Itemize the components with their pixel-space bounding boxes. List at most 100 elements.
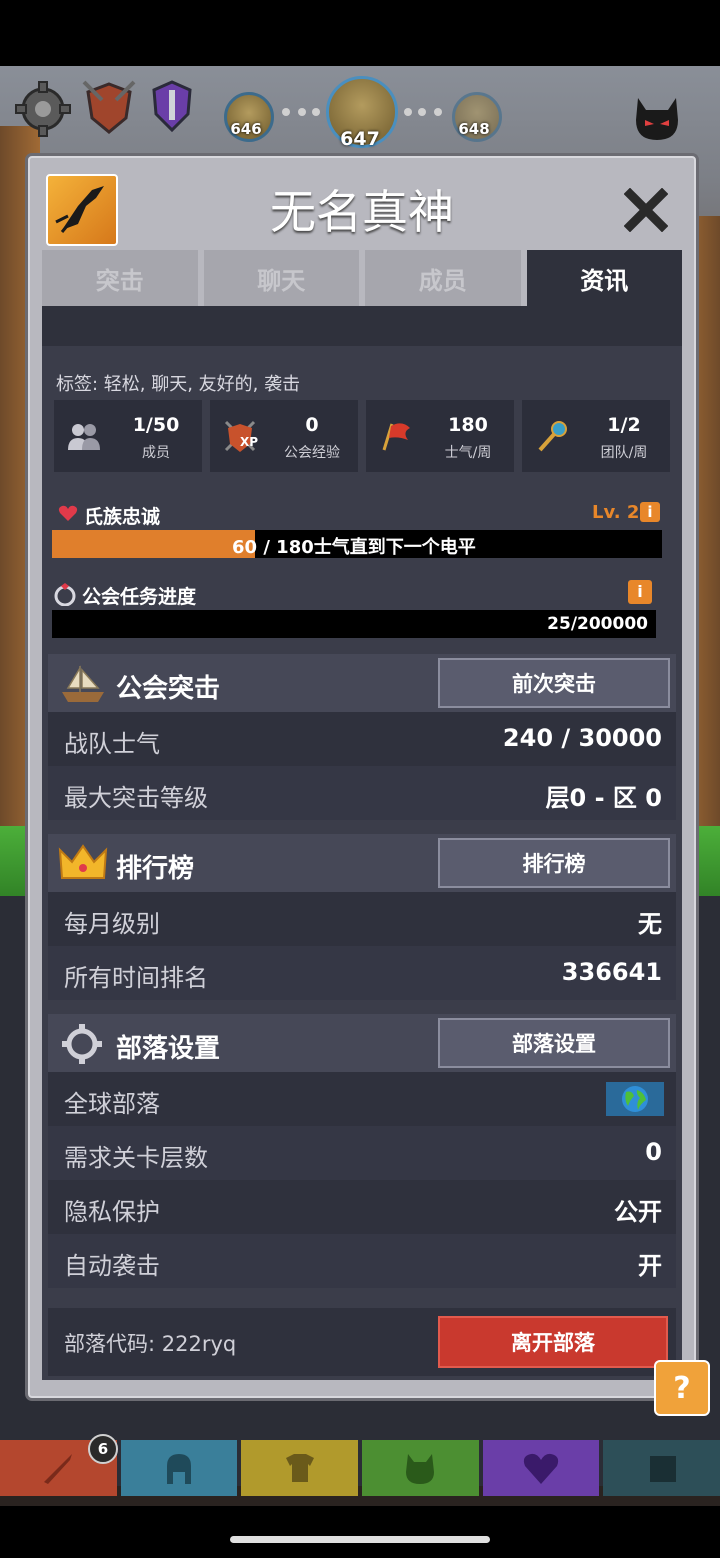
global-clan-key: 全球部落	[64, 1090, 160, 1118]
required-floor-key: 需求关卡层数	[64, 1144, 208, 1172]
clan-settings-section-header: 部落设置 部落设置	[48, 1014, 676, 1072]
stat-members-value: 1/50	[132, 414, 180, 436]
previous-raid-button[interactable]: 前次突击	[438, 658, 670, 708]
gear-icon	[62, 1024, 102, 1064]
panel-tabs: 突击 聊天 成员 资讯	[42, 250, 682, 306]
stage-dot	[312, 108, 320, 116]
content-top-strip	[42, 306, 682, 346]
stage-next-number: 648	[458, 120, 490, 138]
quest-progress-text: 25/200000	[547, 614, 648, 634]
tab-info[interactable]: 资讯	[526, 250, 682, 306]
auto-raid-value: 开	[638, 1252, 662, 1280]
privacy-key: 隐私保护	[64, 1198, 160, 1226]
stage-dot	[298, 108, 306, 116]
bottom-nav: 6	[0, 1434, 720, 1496]
stat-morale-per-week: 180 士气/周	[366, 400, 514, 472]
tab-raid[interactable]: 突击	[42, 250, 198, 306]
stat-teams-label: 团队/周	[600, 445, 648, 461]
details-sections: 公会突击 前次突击 战队士气 240 / 30000 最大突击等级 层0 - 区…	[48, 654, 676, 1376]
crown-icon	[58, 844, 108, 879]
max-raid-level-value: 层0 - 区 0	[545, 784, 662, 812]
guild-name-title: 无名真神	[270, 185, 454, 239]
clan-settings-section-title: 部落设置	[116, 1034, 221, 1064]
stage-current-number: 647	[340, 128, 380, 150]
monthly-rank-value: 无	[638, 910, 662, 938]
stat-teams-per-week: 1/2 团队/周	[522, 400, 670, 472]
nav-tab-sword[interactable]: 6	[0, 1434, 118, 1496]
stat-guild-xp-label: 公会经验	[284, 445, 340, 461]
nav-tab-heart[interactable]	[482, 1440, 600, 1496]
stat-teams-value: 1/2	[607, 414, 641, 436]
stat-morale-value: 180	[448, 414, 488, 436]
required-floor-row: 需求关卡层数 0	[48, 1126, 676, 1180]
guild-info-panel: 无名真神 突击 聊天 成员 资讯 标签: 轻松, 聊天, 友好的, 袭击 1/5…	[28, 156, 696, 1398]
shirt-icon	[285, 1454, 314, 1482]
leaderboard-section-title: 排行榜	[116, 854, 195, 884]
globe-icon	[622, 1086, 648, 1112]
leaderboard-button[interactable]: 排行榜	[438, 838, 670, 888]
max-raid-level-row: 最大突击等级 层0 - 区 0	[48, 766, 676, 820]
svg-text:XP: XP	[240, 435, 258, 449]
loyalty-label: 氏族忠诚	[84, 506, 161, 528]
ship-icon	[62, 665, 104, 702]
quest-info-icon[interactable]: i	[628, 580, 652, 604]
clan-footer: 部落代码: 222ryq 离开部落	[48, 1308, 676, 1376]
clan-code: 部落代码: 222ryq	[64, 1332, 237, 1356]
notification-badge: 6	[88, 1434, 118, 1464]
scroll-icon	[649, 1456, 676, 1482]
all-time-rank-key: 所有时间排名	[64, 964, 208, 992]
members-icon	[68, 424, 100, 450]
settings-gear-icon[interactable]	[14, 80, 72, 138]
helmet-icon	[167, 1454, 191, 1484]
close-icon[interactable]	[624, 188, 668, 232]
all-time-rank-value: 336641	[561, 958, 662, 986]
privacy-row: 隐私保护 公开	[48, 1180, 676, 1234]
loyalty-progress-text: 60 / 180士气直到下一个电平	[52, 533, 662, 559]
leave-clan-button[interactable]: 离开部落	[438, 1316, 668, 1368]
nav-tab-helmet[interactable]	[120, 1440, 238, 1496]
max-raid-level-key: 最大突击等级	[64, 784, 208, 812]
stat-members-label: 成员	[142, 445, 170, 461]
nav-tab-armor[interactable]	[241, 1440, 359, 1496]
help-button[interactable]: ?	[654, 1360, 710, 1416]
raid-section-header: 公会突击 前次突击	[48, 654, 676, 712]
monthly-rank-row: 每月级别 无	[48, 892, 676, 946]
stage-dot	[434, 108, 442, 116]
stage-prev-number: 646	[230, 120, 262, 138]
tab-members[interactable]: 成员	[365, 250, 521, 306]
raid-morale-row: 战队士气 240 / 30000	[48, 712, 676, 766]
nav-tab-pet[interactable]	[362, 1440, 479, 1496]
all-time-rank-row: 所有时间排名 336641	[48, 946, 676, 1000]
clan-shield-icon[interactable]	[80, 78, 138, 136]
heart-nav-icon	[523, 1453, 559, 1484]
xp-shield-icon: XP	[224, 420, 258, 452]
sword-shield-icon[interactable]	[148, 78, 196, 136]
raid-morale-key: 战队士气	[64, 730, 160, 758]
stat-guild-xp: XP 0 公会经验	[210, 400, 358, 472]
devil-face-icon[interactable]	[632, 96, 682, 142]
stat-guild-xp-value: 0	[305, 414, 319, 436]
guild-stats: 1/50 成员 XP 0 公会经验 180 士气/周 1/2 团队/周	[54, 400, 670, 472]
loyalty-rest: / 180士气直到下一个电平	[257, 537, 476, 558]
guild-quest-label: 公会任务进度	[82, 586, 197, 608]
required-floor-value: 0	[645, 1138, 662, 1166]
monthly-rank-key: 每月级别	[64, 910, 160, 938]
privacy-value: 公开	[614, 1198, 662, 1226]
loyalty-progress-bar: 60 / 180士气直到下一个电平	[52, 530, 662, 558]
stat-morale-label: 士气/周	[444, 445, 492, 461]
guild-tags: 标签: 轻松, 聊天, 友好的, 袭击	[56, 374, 301, 395]
clan-settings-button[interactable]: 部落设置	[438, 1018, 670, 1068]
loyalty-current: 60	[232, 537, 258, 558]
stage-dot	[282, 108, 290, 116]
raid-morale-value: 240 / 30000	[502, 724, 662, 752]
ring-icon	[54, 583, 76, 606]
info-content: 标签: 轻松, 聊天, 友好的, 袭击 1/50 成员 XP 0 公会经验 18…	[42, 306, 682, 1380]
sword-icon	[44, 1454, 73, 1484]
auto-raid-row: 自动袭击 开	[48, 1234, 676, 1288]
nav-tab-scroll[interactable]	[603, 1440, 720, 1496]
loyalty-level: Lv. 2	[592, 502, 640, 523]
loyalty-info-icon[interactable]: i	[640, 502, 660, 522]
tab-chat[interactable]: 聊天	[203, 250, 359, 306]
stat-members: 1/50 成员	[54, 400, 202, 472]
leaderboard-section-header: 排行榜 排行榜	[48, 834, 676, 892]
